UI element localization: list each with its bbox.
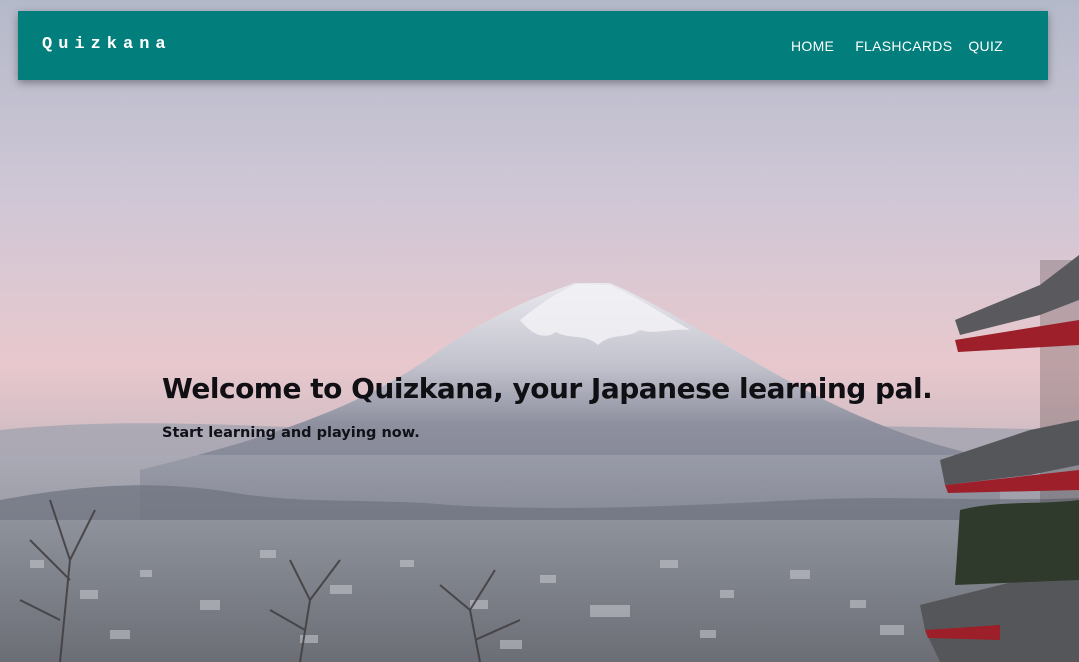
hero-subtitle: Start learning and playing now. — [162, 425, 420, 441]
nav-link-flashcards[interactable]: FLASHCARDS — [855, 38, 952, 54]
hero-background-image — [0, 0, 1079, 662]
nav-link-quiz[interactable]: QUIZ — [968, 38, 1003, 54]
top-navbar: Quizkana HOME FLASHCARDS QUIZ — [18, 11, 1048, 80]
brand-logo[interactable]: Quizkana — [42, 35, 172, 54]
hero-title: Welcome to Quizkana, your Japanese learn… — [162, 372, 933, 405]
page: Quizkana HOME FLASHCARDS QUIZ Welcome to… — [0, 0, 1079, 662]
nav-menu: HOME FLASHCARDS QUIZ — [791, 38, 1003, 54]
hero-section: Welcome to Quizkana, your Japanese learn… — [162, 372, 933, 441]
nav-link-home[interactable]: HOME — [791, 38, 834, 54]
